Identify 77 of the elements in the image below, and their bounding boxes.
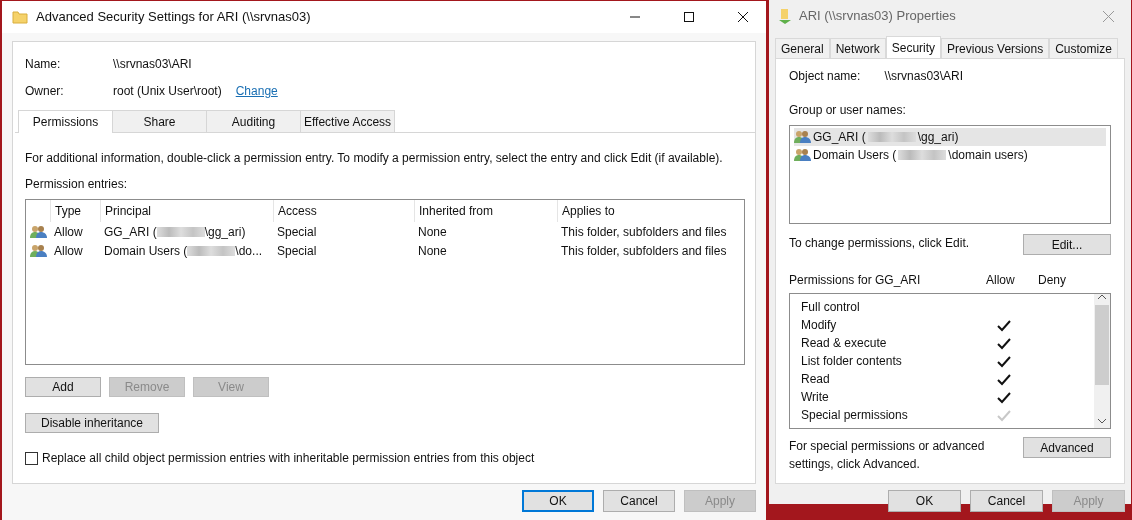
column-header: Deny: [1038, 272, 1067, 289]
entry-button[interactable]: Add: [25, 377, 101, 397]
table-cell-text: Special: [276, 223, 318, 241]
field-value: \\srvnas03\ARI: [884, 68, 964, 85]
tab[interactable]: Network: [829, 38, 886, 58]
table-cell-text: Allow: [53, 242, 84, 260]
column-header[interactable]: Type: [50, 200, 100, 222]
tab[interactable]: General: [775, 38, 830, 58]
table-cell-text: This folder, subfolders and files: [560, 242, 728, 260]
users-icon: [794, 130, 811, 144]
list-item-text: Domain Users (: [813, 147, 897, 164]
table-cell: \do...: [235, 243, 263, 258]
tab[interactable]: Customize: [1049, 38, 1118, 58]
section-label: Permission entries:: [25, 176, 129, 193]
column-header[interactable]: Applies to: [557, 200, 744, 222]
field-label: Owner:: [25, 82, 65, 100]
section-label: Permissions for GG_ARI: [789, 272, 922, 289]
users-icon: [794, 148, 811, 162]
users-icon: [30, 225, 47, 240]
tab[interactable]: Security: [885, 36, 942, 58]
tab[interactable]: Permissions: [18, 110, 113, 133]
permission-name: Write: [801, 389, 830, 406]
scrollbar-thumb[interactable]: [1095, 305, 1109, 385]
column-header[interactable]: Principal: [100, 200, 273, 222]
permission-name: Full control: [801, 299, 861, 316]
folder-icon: [12, 9, 28, 25]
field-value: root (Unix User\root): [113, 82, 222, 100]
permission-name: Modify: [801, 317, 838, 334]
scrollbar[interactable]: [1094, 294, 1110, 428]
disable-inheritance-button[interactable]: Disable inheritance: [25, 413, 159, 433]
permission-name: Read & execute: [801, 335, 888, 352]
change-link[interactable]: Change: [235, 81, 278, 100]
scroll-down-icon: [1098, 419, 1106, 424]
checkbox[interactable]: [25, 451, 38, 465]
folder-icon: [779, 8, 791, 24]
table-cell-text: None: [417, 223, 448, 241]
tab[interactable]: Auditing: [206, 110, 301, 132]
maximize-icon: [684, 12, 694, 22]
permission-name: Special permissions: [801, 407, 909, 424]
field-label: Name:: [25, 55, 62, 73]
list-item-text: \domain users): [948, 147, 1028, 164]
table-cell-text: Special: [276, 242, 318, 260]
table-cell-text: None: [417, 242, 448, 260]
scroll-up-icon: [1098, 294, 1106, 299]
dialog-button[interactable]: OK: [522, 490, 594, 512]
dialog-button[interactable]: Cancel: [970, 490, 1043, 512]
permission-name: List folder contents: [801, 353, 903, 370]
close-icon: [1102, 10, 1114, 22]
checkbox-label: Replace all child object permission entries with inheritable permission entries from this object: [42, 450, 535, 467]
field-value: \\srvnas03\ARI: [113, 55, 192, 73]
field-label: Object name:: [789, 68, 861, 85]
tab[interactable]: Share: [112, 110, 207, 132]
info-text: For additional information, double-click a permission entry. To modify a permission entry, select the entry and click Edit (if available).: [25, 150, 724, 167]
window-title: Advanced Security Settings for ARI (\\srvnas03): [36, 8, 312, 27]
tab[interactable]: Previous Versions: [941, 38, 1050, 58]
users-icon: [30, 244, 47, 259]
edit-button[interactable]: Edit...: [1023, 234, 1111, 255]
column-header[interactable]: Access: [273, 200, 414, 222]
dialog-button[interactable]: Cancel: [603, 490, 675, 512]
table-cell-text: Allow: [53, 223, 84, 241]
hint-text: To change permissions, click Edit.: [789, 235, 970, 252]
table-cell: Domain Users (: [104, 243, 188, 258]
window-title: ARI (\\srvnas03) Properties: [799, 7, 957, 26]
list-item-text: \gg_ari): [917, 129, 959, 146]
table-cell: \gg_ari): [204, 224, 246, 239]
section-label: Group or user names:: [789, 102, 907, 119]
hint-text: For special permissions or advanced settings, click Advanced.: [789, 438, 986, 473]
permission-name: Read: [801, 371, 831, 388]
dialog-button[interactable]: OK: [888, 490, 961, 512]
column-header: Allow: [986, 272, 1016, 289]
column-header[interactable]: Inherited from: [414, 200, 557, 222]
close-icon: [738, 12, 748, 22]
list-item-text: GG_ARI (: [813, 129, 866, 146]
advanced-button[interactable]: Advanced: [1023, 437, 1111, 458]
tab[interactable]: Effective Access: [300, 110, 395, 132]
table-cell: GG_ARI (: [104, 224, 157, 239]
table-cell-text: This folder, subfolders and files: [560, 223, 728, 241]
